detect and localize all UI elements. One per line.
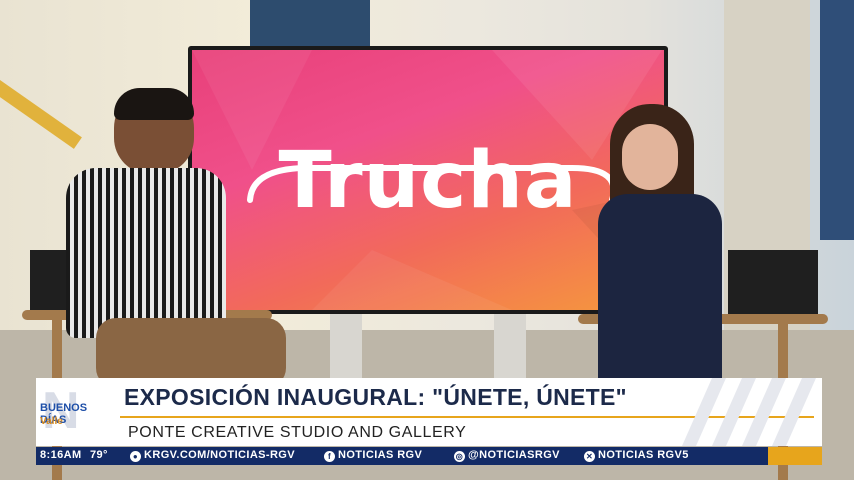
ticker-accent xyxy=(768,447,822,465)
man-guest xyxy=(56,88,296,388)
x-icon: ✕ xyxy=(584,451,595,462)
buenos-dias-valle-logo: N BUENOS DÍAS Valle xyxy=(36,378,112,446)
headline: EXPOSICIÓN INAUGURAL: "ÚNETE, ÚNETE" xyxy=(124,384,627,410)
ticker-instagram-text: @NOTICIASRGV xyxy=(468,449,560,461)
lower-third-stripes xyxy=(682,378,816,446)
globe-icon: ● xyxy=(130,451,141,462)
logo-sub-text: Valle xyxy=(40,416,63,427)
ticker-item-website: ● KRGV.COM/NOTICIAS-RGV xyxy=(130,449,295,462)
ticker-item-x: ✕ NOTICIAS RGV5 xyxy=(584,449,689,462)
woman-host xyxy=(590,104,740,394)
ticker-website-text: KRGV.COM/NOTICIAS-RGV xyxy=(144,449,296,461)
instagram-icon: ◎ xyxy=(454,451,465,462)
subheadline: PONTE CREATIVE STUDIO AND GALLERY xyxy=(128,424,467,441)
ticker-item-instagram: ◎ @NOTICIASRGV xyxy=(454,449,560,462)
ticker-facebook-text: NOTICIAS RGV xyxy=(338,449,423,461)
wall-panel-right xyxy=(820,0,854,240)
ticker-x-text: NOTICIAS RGV5 xyxy=(598,449,689,461)
tv-stand-left xyxy=(330,314,362,384)
wall-stripe-dark xyxy=(250,0,370,46)
tv-stand-right xyxy=(494,314,526,384)
ticker-temperature: 79° xyxy=(90,449,108,461)
ticker-time: 8:16AM xyxy=(40,449,82,461)
facebook-icon: f xyxy=(324,451,335,462)
ticker-item-facebook: f NOTICIAS RGV xyxy=(324,449,422,462)
